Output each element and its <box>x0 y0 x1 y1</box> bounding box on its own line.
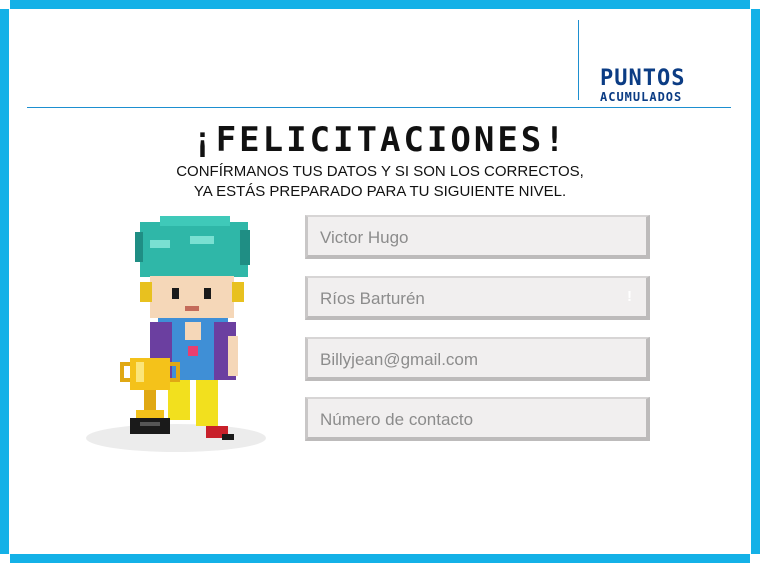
frame-corner <box>751 9 760 18</box>
page-subtitle: CONFÍRMANOS TUS DATOS Y SI SON LOS CORRE… <box>0 162 760 202</box>
header-rule <box>27 107 731 108</box>
frame-top <box>10 0 750 9</box>
warning-icon: ! <box>627 288 632 305</box>
frame-corner <box>0 545 9 554</box>
phone-field[interactable]: Número de contacto <box>305 397 650 441</box>
frame-right <box>751 18 760 545</box>
frame-left <box>0 18 9 545</box>
email-value: Billyjean@gmail.com <box>320 350 479 369</box>
points-logo: PUNTOS ACUMULADOS <box>600 66 720 104</box>
frame-bottom <box>10 554 750 563</box>
subtitle-line: CONFÍRMANOS TUS DATOS Y SI SON LOS CORRE… <box>176 163 584 180</box>
frame-corner <box>751 545 760 554</box>
email-field[interactable]: Billyjean@gmail.com <box>305 337 650 381</box>
frame-corner <box>0 9 9 18</box>
last-name-field[interactable]: Ríos Barturén ! <box>305 276 650 320</box>
phone-placeholder: Número de contacto <box>320 410 474 429</box>
first-name-field[interactable]: Victor Hugo <box>305 215 650 259</box>
page-title: ¡FELICITACIONES! <box>192 120 568 160</box>
last-name-value: Ríos Barturén <box>320 289 425 308</box>
trophy-icon <box>120 358 180 448</box>
first-name-value: Victor Hugo <box>320 228 409 247</box>
brand-subtitle: ACUMULADOS <box>600 90 683 104</box>
brand-title: PUNTOS <box>600 66 686 91</box>
header-divider <box>578 20 579 100</box>
subtitle-line: YA ESTÁS PREPARADO PARA TU SIGUIENTE NIV… <box>193 183 567 200</box>
